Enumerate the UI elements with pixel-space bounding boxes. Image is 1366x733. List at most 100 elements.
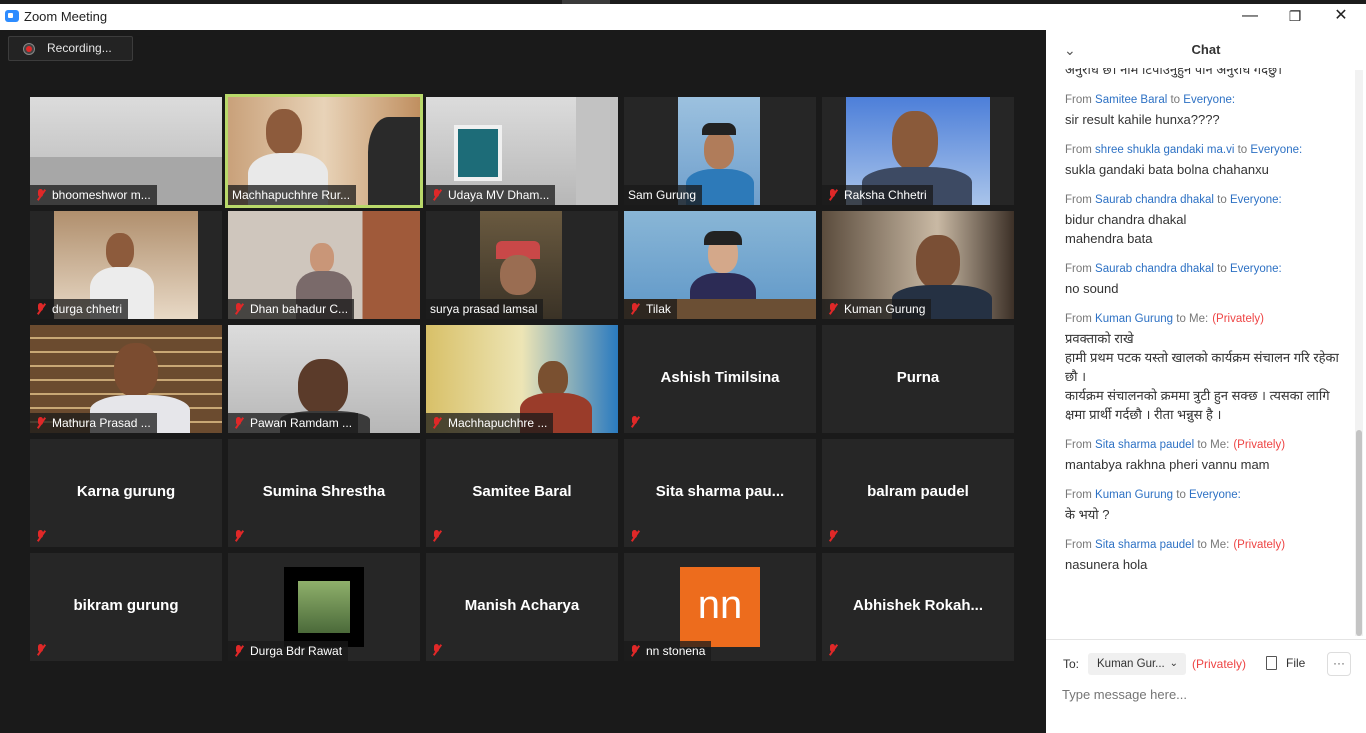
participant-tile[interactable]: Pawan Ramdam ... bbox=[228, 325, 420, 433]
recipient-name: Me: bbox=[1189, 313, 1209, 325]
chat-message: From Kuman Gurung to Everyone: के भयो ? bbox=[1046, 488, 1354, 524]
sender-name[interactable]: Kuman Gurung bbox=[1095, 313, 1173, 325]
participant-name: Mathura Prasad ... bbox=[52, 416, 151, 430]
sender-name[interactable]: Saurab chandra dhakal bbox=[1095, 194, 1214, 206]
more-options-button[interactable]: ··· bbox=[1327, 652, 1351, 676]
to-word: to bbox=[1217, 194, 1227, 206]
sender-name[interactable]: Sita sharma paudel bbox=[1095, 539, 1194, 551]
close-button[interactable]: ✕ bbox=[1318, 5, 1364, 27]
to-word: to bbox=[1176, 489, 1186, 501]
mic-muted-icon bbox=[232, 644, 246, 658]
mic-muted-icon bbox=[34, 416, 48, 430]
participant-name: Durga Bdr Rawat bbox=[250, 644, 343, 658]
participant-tile[interactable]: Sita sharma pau... bbox=[624, 439, 816, 547]
participant-tile[interactable]: durga chhetri bbox=[30, 211, 222, 319]
message-header: From Samitee Baral to Everyone: bbox=[1065, 93, 1342, 108]
mic-muted-icon bbox=[628, 415, 642, 429]
participant-tile-active-speaker[interactable]: Machhapuchhre Rur... bbox=[225, 94, 423, 208]
chat-footer: To: Kuman Gur... ⌄ (Privately) File ··· bbox=[1046, 639, 1366, 733]
participant-name: Purna bbox=[896, 369, 940, 386]
to-word: to bbox=[1197, 439, 1207, 451]
mic-muted-icon bbox=[628, 644, 642, 658]
recipient-name: Everyone: bbox=[1250, 144, 1303, 156]
participant-tile[interactable]: surya prasad lamsal bbox=[426, 211, 618, 319]
participant-name: Samitee Baral bbox=[472, 483, 572, 500]
minimize-button[interactable]: — bbox=[1227, 5, 1273, 27]
to-word: to bbox=[1217, 263, 1227, 275]
from-word: From bbox=[1065, 263, 1092, 275]
chat-message: From Sita sharma paudel to Me: (Privately… bbox=[1046, 538, 1354, 574]
recording-label: Recording... bbox=[47, 41, 112, 55]
from-word: From bbox=[1065, 94, 1092, 106]
mic-muted-icon bbox=[34, 643, 48, 657]
participant-tile[interactable]: Ashish Timilsina bbox=[624, 325, 816, 433]
participant-tile[interactable]: bikram gurung bbox=[30, 553, 222, 661]
participant-tile[interactable]: Manish Acharya bbox=[426, 553, 618, 661]
mic-muted-icon bbox=[826, 643, 840, 657]
recipient-value: Kuman Gur... bbox=[1097, 658, 1165, 670]
sender-name[interactable]: Sita sharma paudel bbox=[1095, 439, 1194, 451]
participant-tile[interactable]: Durga Bdr Rawat bbox=[228, 553, 420, 661]
participant-tile[interactable]: Sam Gurung bbox=[624, 97, 816, 205]
restore-button[interactable]: ❐ bbox=[1272, 5, 1318, 27]
participant-name: Machhapuchhre Rur... bbox=[232, 188, 351, 202]
participant-tile[interactable]: Raksha Chhetri bbox=[822, 97, 1014, 205]
message-text: bidur chandra dhakal mahendra bata bbox=[1065, 212, 1187, 246]
participant-name: Manish Acharya bbox=[464, 597, 580, 614]
message-header: From shree shukla gandaki ma.vi to Every… bbox=[1065, 143, 1342, 158]
participant-tile[interactable]: Karna gurung bbox=[30, 439, 222, 547]
participant-tile[interactable]: Sumina Shrestha bbox=[228, 439, 420, 547]
participant-tile[interactable]: Samitee Baral bbox=[426, 439, 618, 547]
sender-name[interactable]: shree shukla gandaki ma.vi bbox=[1095, 144, 1234, 156]
sender-name[interactable]: Saurab chandra dhakal bbox=[1095, 263, 1214, 275]
message-input[interactable] bbox=[1062, 684, 1352, 704]
chat-title: Chat bbox=[1191, 42, 1221, 57]
participant-tile[interactable]: Dhan bahadur C... bbox=[228, 211, 420, 319]
participant-name: Sam Gurung bbox=[628, 188, 697, 202]
mic-muted-icon bbox=[628, 529, 642, 543]
participant-tile[interactable]: Udaya MV Dham... bbox=[426, 97, 618, 205]
message-text: अनुरोध छ। नाम टिपाउनुहुन पनि अनुरोध गर्द… bbox=[1065, 68, 1283, 77]
chat-messages[interactable]: अनुरोध छ। नाम टिपाउनुहुन पनि अनुरोध गर्द… bbox=[1046, 68, 1354, 636]
message-header: From Kuman Gurung to Everyone: bbox=[1065, 488, 1342, 503]
sender-name[interactable]: Kuman Gurung bbox=[1095, 489, 1173, 501]
participant-tile[interactable]: nn nn stonena bbox=[624, 553, 816, 661]
recipient-name: Me: bbox=[1210, 439, 1230, 451]
message-header: From Sita sharma paudel to Me: (Privately… bbox=[1065, 538, 1342, 553]
participant-name: balram paudel bbox=[867, 483, 969, 500]
participant-tile[interactable]: balram paudel bbox=[822, 439, 1014, 547]
from-word: From bbox=[1065, 194, 1092, 206]
chat-message: From Sita sharma paudel to Me: (Privately… bbox=[1046, 438, 1354, 474]
mic-muted-icon bbox=[826, 188, 840, 202]
message-text: sukla gandaki bata bolna chahanxu bbox=[1065, 162, 1269, 177]
mic-muted-icon bbox=[232, 302, 246, 316]
participant-name: durga chhetri bbox=[52, 302, 123, 316]
participant-tile[interactable]: Machhapuchhre ... bbox=[426, 325, 618, 433]
message-text: no sound bbox=[1065, 281, 1119, 296]
participant-tile[interactable]: Tilak bbox=[624, 211, 816, 319]
participant-tile[interactable]: Mathura Prasad ... bbox=[30, 325, 222, 433]
recipient-name: Everyone: bbox=[1229, 194, 1282, 206]
zoom-app-icon bbox=[5, 10, 19, 22]
participant-tile[interactable]: Abhishek Rokah... bbox=[822, 553, 1014, 661]
recipient-select[interactable]: Kuman Gur... ⌄ bbox=[1088, 653, 1186, 675]
private-tag: (Privately) bbox=[1233, 439, 1286, 451]
message-header: From Saurab chandra dhakal to Everyone: bbox=[1065, 193, 1342, 208]
chat-message: From Saurab chandra dhakal to Everyone: b… bbox=[1046, 193, 1354, 248]
recipient-name: Everyone: bbox=[1229, 263, 1282, 275]
file-button[interactable]: File bbox=[1264, 652, 1316, 674]
participant-tile[interactable]: Purna bbox=[822, 325, 1014, 433]
sender-name[interactable]: Samitee Baral bbox=[1095, 94, 1167, 106]
mic-muted-icon bbox=[430, 188, 444, 202]
recording-indicator[interactable]: Recording... bbox=[8, 36, 133, 61]
chevron-down-icon: ⌄ bbox=[1169, 658, 1178, 669]
private-tag: (Privately) bbox=[1233, 539, 1286, 551]
recipient-name: Everyone: bbox=[1189, 489, 1241, 501]
scrollbar-thumb[interactable] bbox=[1356, 430, 1362, 636]
message-text: nasunera hola bbox=[1065, 557, 1148, 572]
message-header: From Sita sharma paudel to Me: (Privately… bbox=[1065, 438, 1342, 453]
chat-scrollbar[interactable] bbox=[1355, 70, 1363, 636]
participant-tile[interactable]: bhoomeshwor m... bbox=[30, 97, 222, 205]
mic-muted-icon bbox=[430, 529, 444, 543]
participant-tile[interactable]: Kuman Gurung bbox=[822, 211, 1014, 319]
